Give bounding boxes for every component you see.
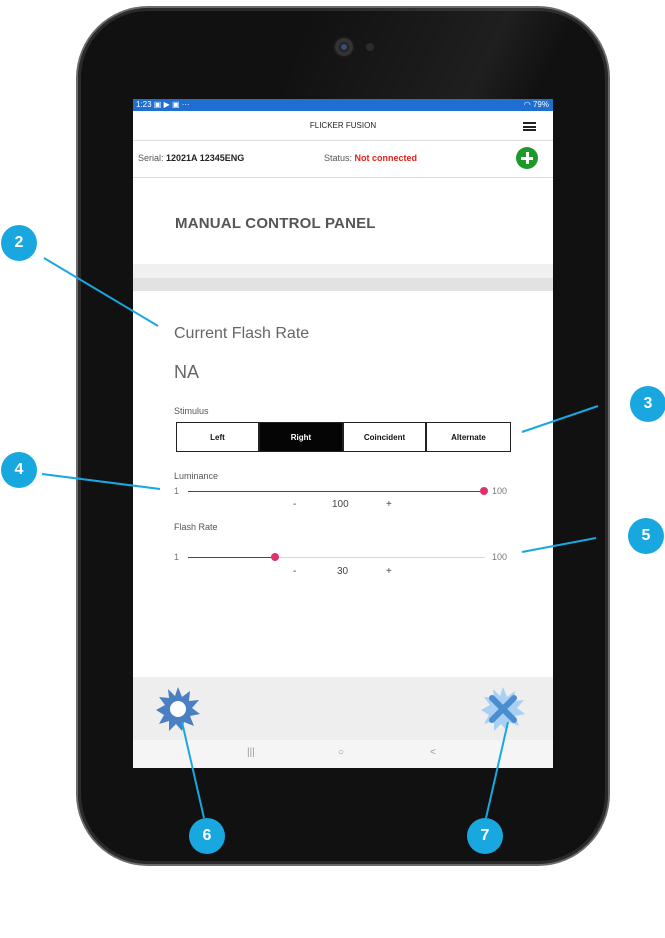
callout-5: 5 xyxy=(628,518,664,554)
callout-6: 6 xyxy=(189,818,225,854)
callout-3: 3 xyxy=(630,386,665,422)
callout-7: 7 xyxy=(467,818,503,854)
callout-2: 2 xyxy=(1,225,37,261)
callout-4: 4 xyxy=(1,452,37,488)
callout-lines xyxy=(41,257,599,819)
